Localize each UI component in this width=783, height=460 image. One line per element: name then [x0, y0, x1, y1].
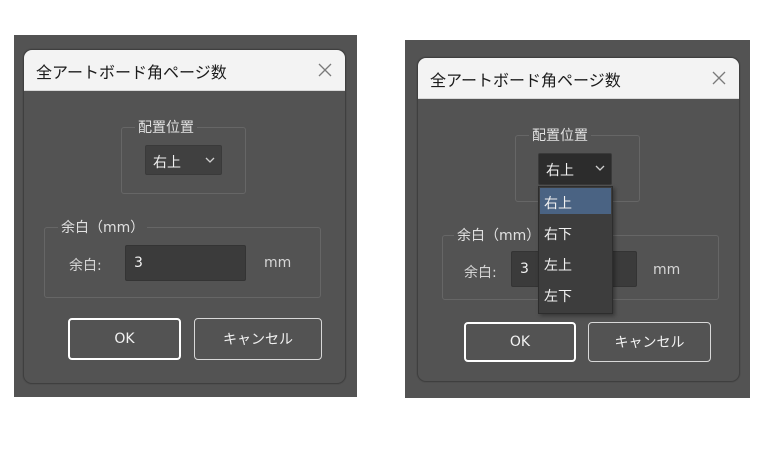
cancel-button-label: キャンセル: [614, 335, 685, 351]
margin-field-label: 余白:: [69, 258, 102, 274]
right-screenshot: 全アートボード角ページ数 配置位置 右上 余白（mm） 余白: 3 mm OK …: [405, 40, 750, 398]
left-screenshot: 全アートボード角ページ数 配置位置 右上 余白（mm） 余白: 3 mm OK …: [14, 35, 357, 397]
margin-legend: 余白（mm）: [58, 217, 148, 237]
margin-input-value: 3: [520, 261, 529, 277]
close-icon: [318, 63, 332, 77]
margin-field-label: 余白:: [464, 265, 497, 281]
dropdown-option-bottom-left[interactable]: 左下: [540, 281, 611, 307]
chevron-down-icon: [595, 165, 605, 171]
dropdown-option-top-right[interactable]: 右上: [540, 188, 611, 214]
margin-unit: mm: [653, 262, 681, 278]
title-bar: 全アートボード角ページ数: [24, 50, 345, 91]
dropdown-option-top-left[interactable]: 左上: [540, 250, 611, 276]
margin-legend: 余白（mm）: [454, 225, 544, 245]
ok-button[interactable]: OK: [68, 318, 181, 360]
ok-button[interactable]: OK: [464, 322, 576, 362]
dialog-title: 全アートボード角ページ数: [36, 63, 227, 82]
placement-legend: 配置位置: [529, 125, 591, 145]
placement-select[interactable]: 右上: [145, 145, 222, 175]
placement-legend: 配置位置: [135, 117, 197, 137]
close-button[interactable]: [699, 58, 739, 98]
ok-button-label: OK: [509, 334, 531, 350]
margin-input-value: 3: [134, 255, 143, 271]
cancel-button-label: キャンセル: [223, 332, 293, 348]
margin-unit: mm: [264, 255, 292, 271]
close-icon: [712, 71, 726, 85]
dialog-title: 全アートボード角ページ数: [430, 71, 621, 90]
dialog: 全アートボード角ページ数 配置位置 右上 余白（mm） 余白: 3 mm OK …: [417, 57, 740, 382]
cancel-button[interactable]: キャンセル: [194, 318, 322, 360]
placement-dropdown-list: 右上 右下 左上 左下: [538, 186, 613, 314]
title-bar: 全アートボード角ページ数: [418, 58, 739, 99]
close-button[interactable]: [305, 50, 345, 90]
margin-input[interactable]: 3: [125, 245, 246, 281]
placement-selected-value: 右上: [546, 163, 574, 179]
dialog: 全アートボード角ページ数 配置位置 右上 余白（mm） 余白: 3 mm OK …: [23, 49, 346, 384]
cancel-button[interactable]: キャンセル: [588, 322, 711, 362]
chevron-down-icon: [205, 157, 215, 163]
placement-selected-value: 右上: [153, 155, 181, 171]
ok-button-label: OK: [114, 331, 135, 347]
placement-select[interactable]: 右上: [538, 153, 612, 185]
dropdown-option-bottom-right[interactable]: 右下: [540, 219, 611, 245]
